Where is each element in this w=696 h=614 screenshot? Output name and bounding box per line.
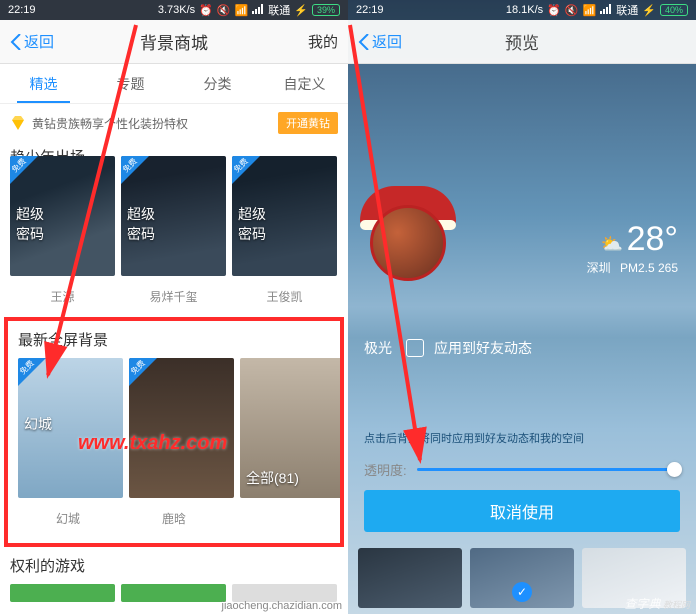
- nav-bar: 返回 预览: [348, 20, 696, 64]
- card-item[interactable]: 免费 超级 密码: [10, 156, 115, 276]
- opacity-slider[interactable]: [417, 468, 680, 471]
- charging-icon: ⚡: [642, 4, 656, 17]
- card-item[interactable]: [121, 584, 226, 602]
- section-title-cut: 趋少年出场: [0, 138, 348, 156]
- weather-temp: 28°: [627, 220, 678, 258]
- alarm-icon: ⏰: [547, 4, 561, 17]
- tab-label: 自定义: [284, 74, 326, 94]
- card-label: 易烊千玺: [121, 282, 226, 311]
- card-item[interactable]: 全部(81): [240, 358, 340, 498]
- tab-label: 专题: [117, 74, 145, 94]
- check-icon: ✓: [512, 582, 532, 602]
- card-row-2: 免费 幻城 免费 全部(81): [8, 358, 340, 504]
- apply-checkbox[interactable]: [406, 339, 424, 357]
- tip-text: 点击后背景将同时应用到好友动态和我的空间: [348, 430, 696, 446]
- tab-label: 精选: [30, 74, 58, 94]
- card-label: 王俊凯: [232, 282, 337, 311]
- status-carrier: 联通: [268, 2, 290, 18]
- page-title: 背景商城: [140, 29, 208, 54]
- checkbox-label: 应用到好友动态: [434, 338, 532, 358]
- chevron-left-icon: [358, 34, 372, 50]
- vip-open-button[interactable]: 开通黄钻: [278, 112, 338, 134]
- card-item[interactable]: 免费 超级 密码: [232, 156, 337, 276]
- card-item[interactable]: 免费: [129, 358, 234, 498]
- tab-bar: 精选 专题 分类 自定义: [0, 64, 348, 104]
- weather-pm: PM2.5 265: [620, 261, 678, 275]
- alarm-icon: ⏰: [199, 4, 213, 17]
- opacity-slider-row: 透明度:: [348, 460, 696, 479]
- signal-icon: [600, 4, 612, 17]
- weather-cloud-icon: ⛅: [601, 234, 623, 254]
- status-battery: 39%: [312, 4, 340, 16]
- tab-topic[interactable]: 专题: [87, 64, 174, 103]
- wifi-icon: 📶: [583, 4, 597, 17]
- card-label: 鹿晗: [124, 504, 224, 533]
- card-overlay: 幻城: [24, 414, 52, 434]
- chevron-left-icon: [10, 34, 24, 50]
- watermark-brand: 查字典 教程网: [624, 595, 690, 612]
- option-row: 极光 应用到好友动态: [348, 330, 696, 366]
- section-title: 权利的游戏: [0, 547, 348, 584]
- card-overlay: 超级 密码: [238, 204, 266, 244]
- card-item[interactable]: 免费 幻城: [18, 358, 123, 498]
- card-item[interactable]: [10, 584, 115, 602]
- slider-thumb[interactable]: [667, 462, 682, 477]
- back-label: 返回: [372, 31, 402, 52]
- back-label: 返回: [24, 31, 54, 52]
- avatar[interactable]: [370, 205, 446, 281]
- section-title: 最新全屏背景: [8, 321, 340, 358]
- wifi-icon: 📶: [235, 4, 249, 17]
- button-label: 取消使用: [490, 499, 554, 523]
- back-button[interactable]: 返回: [358, 31, 402, 52]
- tab-custom[interactable]: 自定义: [261, 64, 348, 103]
- status-bar: 22:19 3.73K/s ⏰ 🔇 📶 联通 ⚡ 39%: [0, 0, 348, 20]
- status-time: 22:19: [356, 4, 384, 16]
- theme-name: 极光: [364, 338, 392, 358]
- card-row-1-labels: 王源 易烊千玺 王俊凯: [0, 282, 348, 317]
- tab-category[interactable]: 分类: [174, 64, 261, 103]
- card-row-2-labels: 幻城 鹿晗: [8, 504, 340, 539]
- diamond-icon: [10, 115, 26, 131]
- status-speed: 18.1K/s: [506, 4, 543, 16]
- nav-mine-button[interactable]: 我的: [308, 31, 338, 52]
- card-label: [230, 504, 330, 533]
- status-time: 22:19: [8, 4, 36, 16]
- card-label: 幻城: [18, 504, 118, 533]
- signal-icon: [252, 4, 264, 17]
- charging-icon: ⚡: [294, 4, 308, 17]
- back-button[interactable]: 返回: [10, 31, 54, 52]
- theme-thumbnail[interactable]: [358, 548, 462, 608]
- card-row-1: 免费 超级 密码 免费 超级 密码 免费 超级 密码: [0, 156, 348, 282]
- card-label: 王源: [10, 282, 115, 311]
- highlighted-section: 最新全屏背景 免费 幻城 免费 全部(81) 幻城 鹿晗: [4, 317, 344, 547]
- status-bar: 22:19 18.1K/s ⏰ 🔇 📶 联通 ⚡ 40%: [348, 0, 696, 20]
- card-overlay: 超级 密码: [16, 204, 44, 244]
- page-title: 预览: [505, 29, 539, 54]
- card-overlay: 全部(81): [246, 468, 299, 488]
- weather-city: 深圳: [587, 261, 611, 275]
- mute-icon: 🔇: [217, 4, 231, 17]
- status-battery: 40%: [660, 4, 688, 16]
- watermark-site: jiaocheng.chazidian.com: [222, 600, 342, 612]
- mute-icon: 🔇: [565, 4, 579, 17]
- cancel-use-button[interactable]: 取消使用: [364, 490, 680, 532]
- nav-bar: 返回 背景商城 我的: [0, 20, 348, 64]
- weather-widget: ⛅ 28° 深圳 PM2.5 265: [587, 220, 678, 276]
- vip-text: 黄钻贵族畅享个性化装扮特权: [32, 115, 188, 132]
- theme-thumbnail[interactable]: ✓: [470, 548, 574, 608]
- vip-banner[interactable]: 黄钻贵族畅享个性化装扮特权 开通黄钻: [0, 104, 348, 142]
- slider-label: 透明度:: [364, 460, 407, 479]
- tab-featured[interactable]: 精选: [0, 64, 87, 103]
- tab-label: 分类: [204, 74, 232, 94]
- status-speed: 3.73K/s: [158, 4, 195, 16]
- card-item[interactable]: 免费 超级 密码: [121, 156, 226, 276]
- status-carrier: 联通: [616, 2, 638, 18]
- card-overlay: 超级 密码: [127, 204, 155, 244]
